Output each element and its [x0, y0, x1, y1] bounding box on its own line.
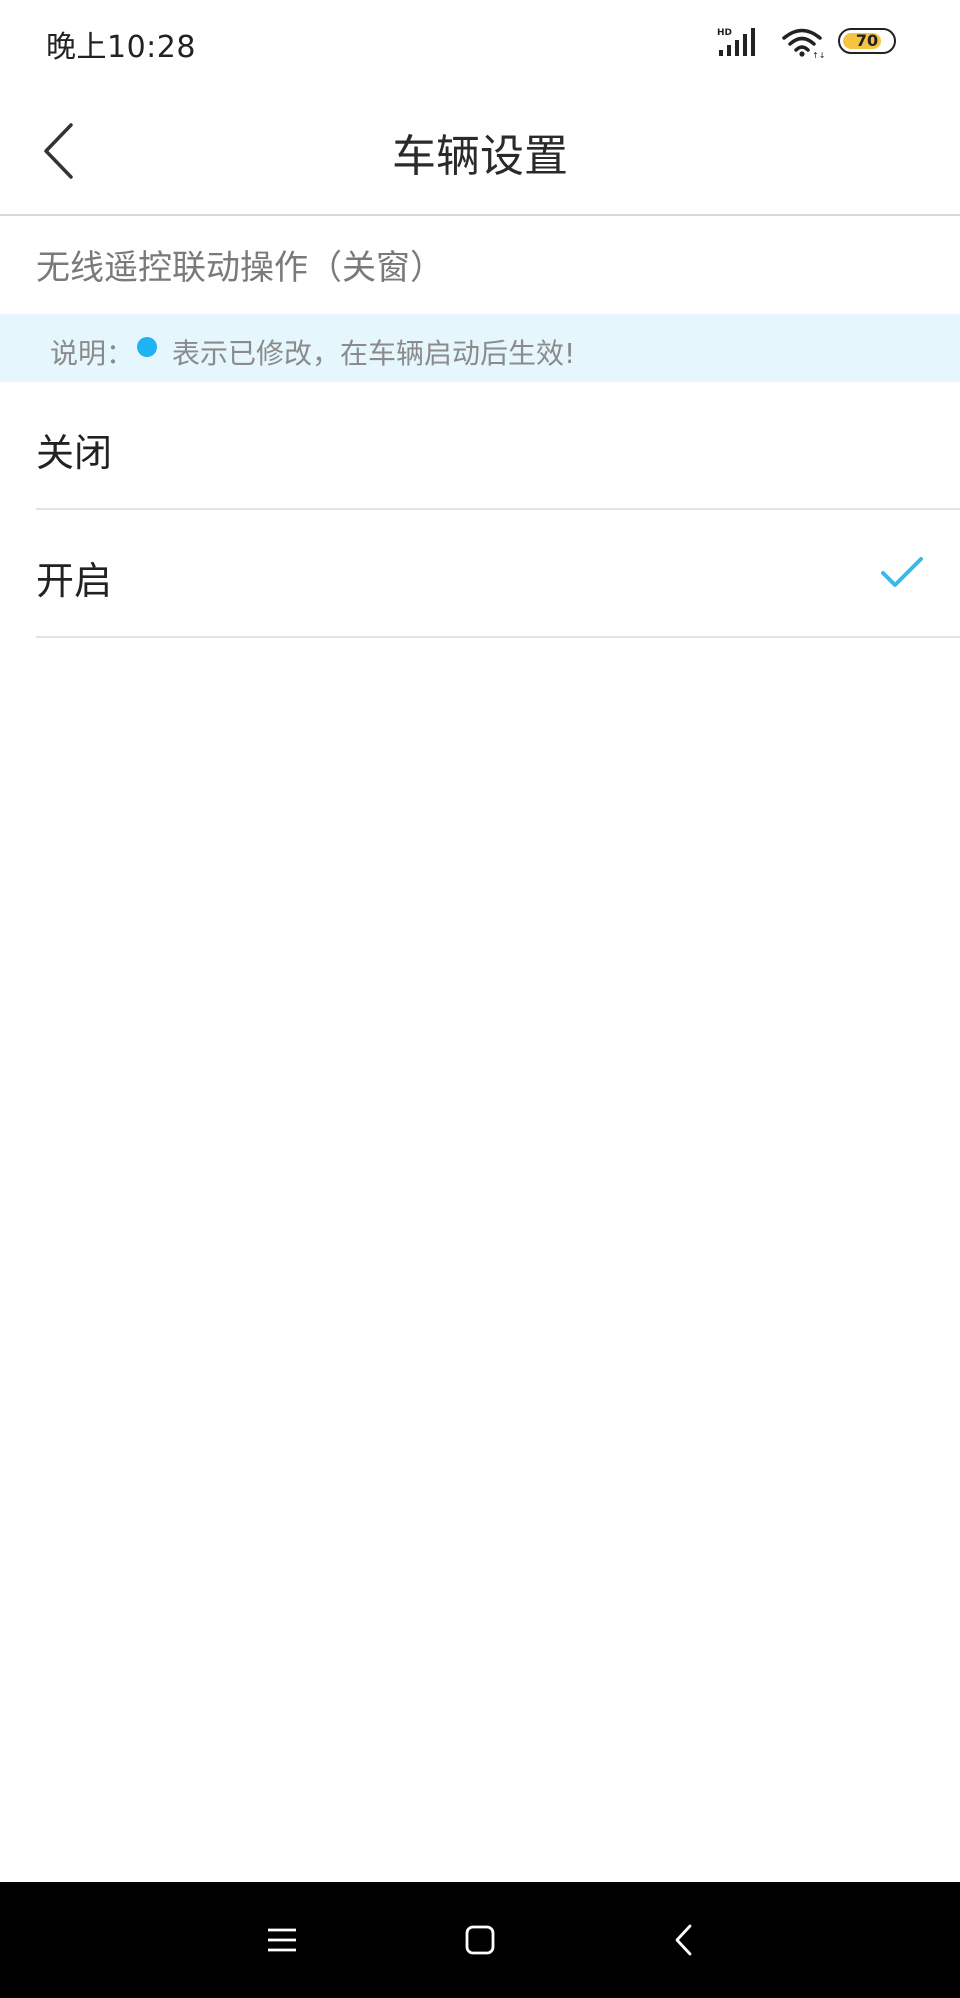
option-label: 开启 — [36, 559, 113, 603]
top-bar: 车辆设置 — [0, 86, 960, 216]
svg-text:↑↓: ↑↓ — [812, 51, 824, 58]
section-title: 无线遥控联动操作（关窗） — [36, 248, 444, 288]
option-on[interactable]: 开启 — [36, 510, 960, 638]
system-nav-bar — [0, 1882, 960, 1998]
nav-back-button[interactable] — [660, 1916, 708, 1964]
page-title: 车辆设置 — [392, 131, 568, 182]
wifi-icon: ↑↓ — [782, 28, 824, 58]
hd-signal-icon: HD — [717, 28, 755, 56]
svg-text:HD: HD — [717, 28, 732, 38]
option-label: 关闭 — [36, 431, 113, 475]
notice-banner: 说明： 表示已修改，在车辆启动后生效! — [0, 314, 960, 382]
menu-icon — [268, 1928, 296, 1952]
status-bar: 晚上10:28 HD ↑↓ 70 — [0, 0, 960, 86]
checkmark-icon — [881, 557, 923, 587]
home-icon — [465, 1925, 495, 1955]
back-icon — [675, 1924, 692, 1956]
option-off[interactable]: 关闭 — [36, 382, 960, 510]
nav-home-button[interactable] — [456, 1916, 504, 1964]
notice-label: 说明： — [50, 337, 135, 370]
nav-menu-button[interactable] — [258, 1916, 306, 1964]
status-time: 晚上10:28 — [46, 30, 196, 65]
battery-icon: 70 — [838, 28, 896, 54]
battery-level: 70 — [855, 31, 879, 50]
notice-text: 表示已修改，在车辆启动后生效! — [172, 337, 576, 370]
modified-dot-icon — [137, 337, 157, 357]
